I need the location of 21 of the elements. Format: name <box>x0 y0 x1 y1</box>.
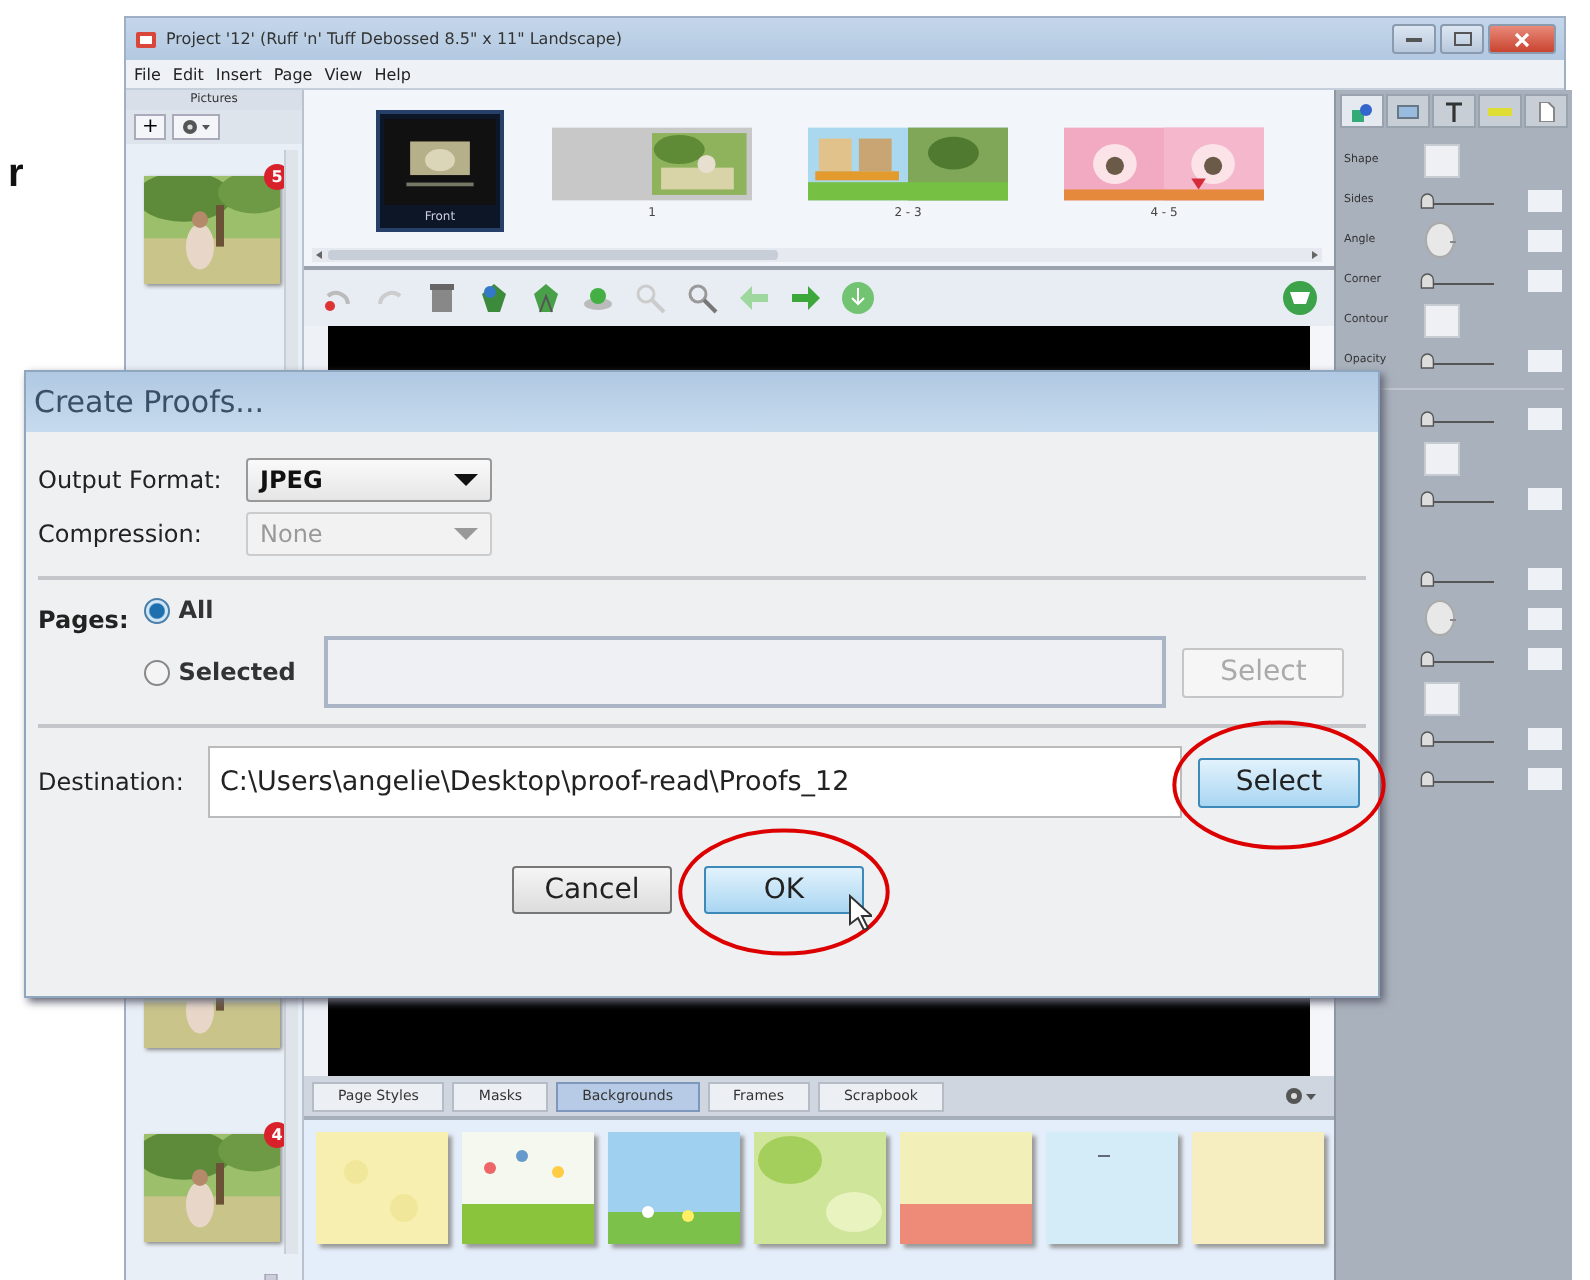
ok-button[interactable]: OK <box>704 866 864 914</box>
destination-field[interactable]: C:\Users\angelie\Desktop\proof-read\Proofs_12 <box>208 746 1182 818</box>
field-label: Compression: <box>38 519 204 547</box>
menu-item[interactable]: Help <box>370 65 415 83</box>
format-dropdown[interactable]: JPEG <box>246 457 492 501</box>
select-button[interactable]: Select <box>1198 757 1360 807</box>
menu-item[interactable]: Insert <box>211 65 266 83</box>
menu-item[interactable]: View <box>320 65 367 83</box>
window-title: Project '12' (Ruff 'n' Tuff Debossed 8.5" x 11" Landscape) <box>166 30 622 48</box>
field-label: Destination: <box>38 768 186 796</box>
menu-item[interactable]: File <box>130 65 165 83</box>
cut-off-text: r <box>8 152 24 198</box>
cancel-button[interactable]: Cancel <box>512 866 672 914</box>
field-label: Pages: <box>38 606 129 638</box>
radio-option[interactable]: All <box>144 596 309 624</box>
field-label: Output Format: <box>38 465 224 493</box>
add-button[interactable]: + <box>134 114 167 140</box>
menu-item[interactable]: Page <box>269 65 317 83</box>
menu-item[interactable]: Edit <box>168 65 208 83</box>
dialog-title: Create Proofs... <box>26 372 1378 432</box>
radio-option[interactable]: Selected <box>144 658 309 686</box>
